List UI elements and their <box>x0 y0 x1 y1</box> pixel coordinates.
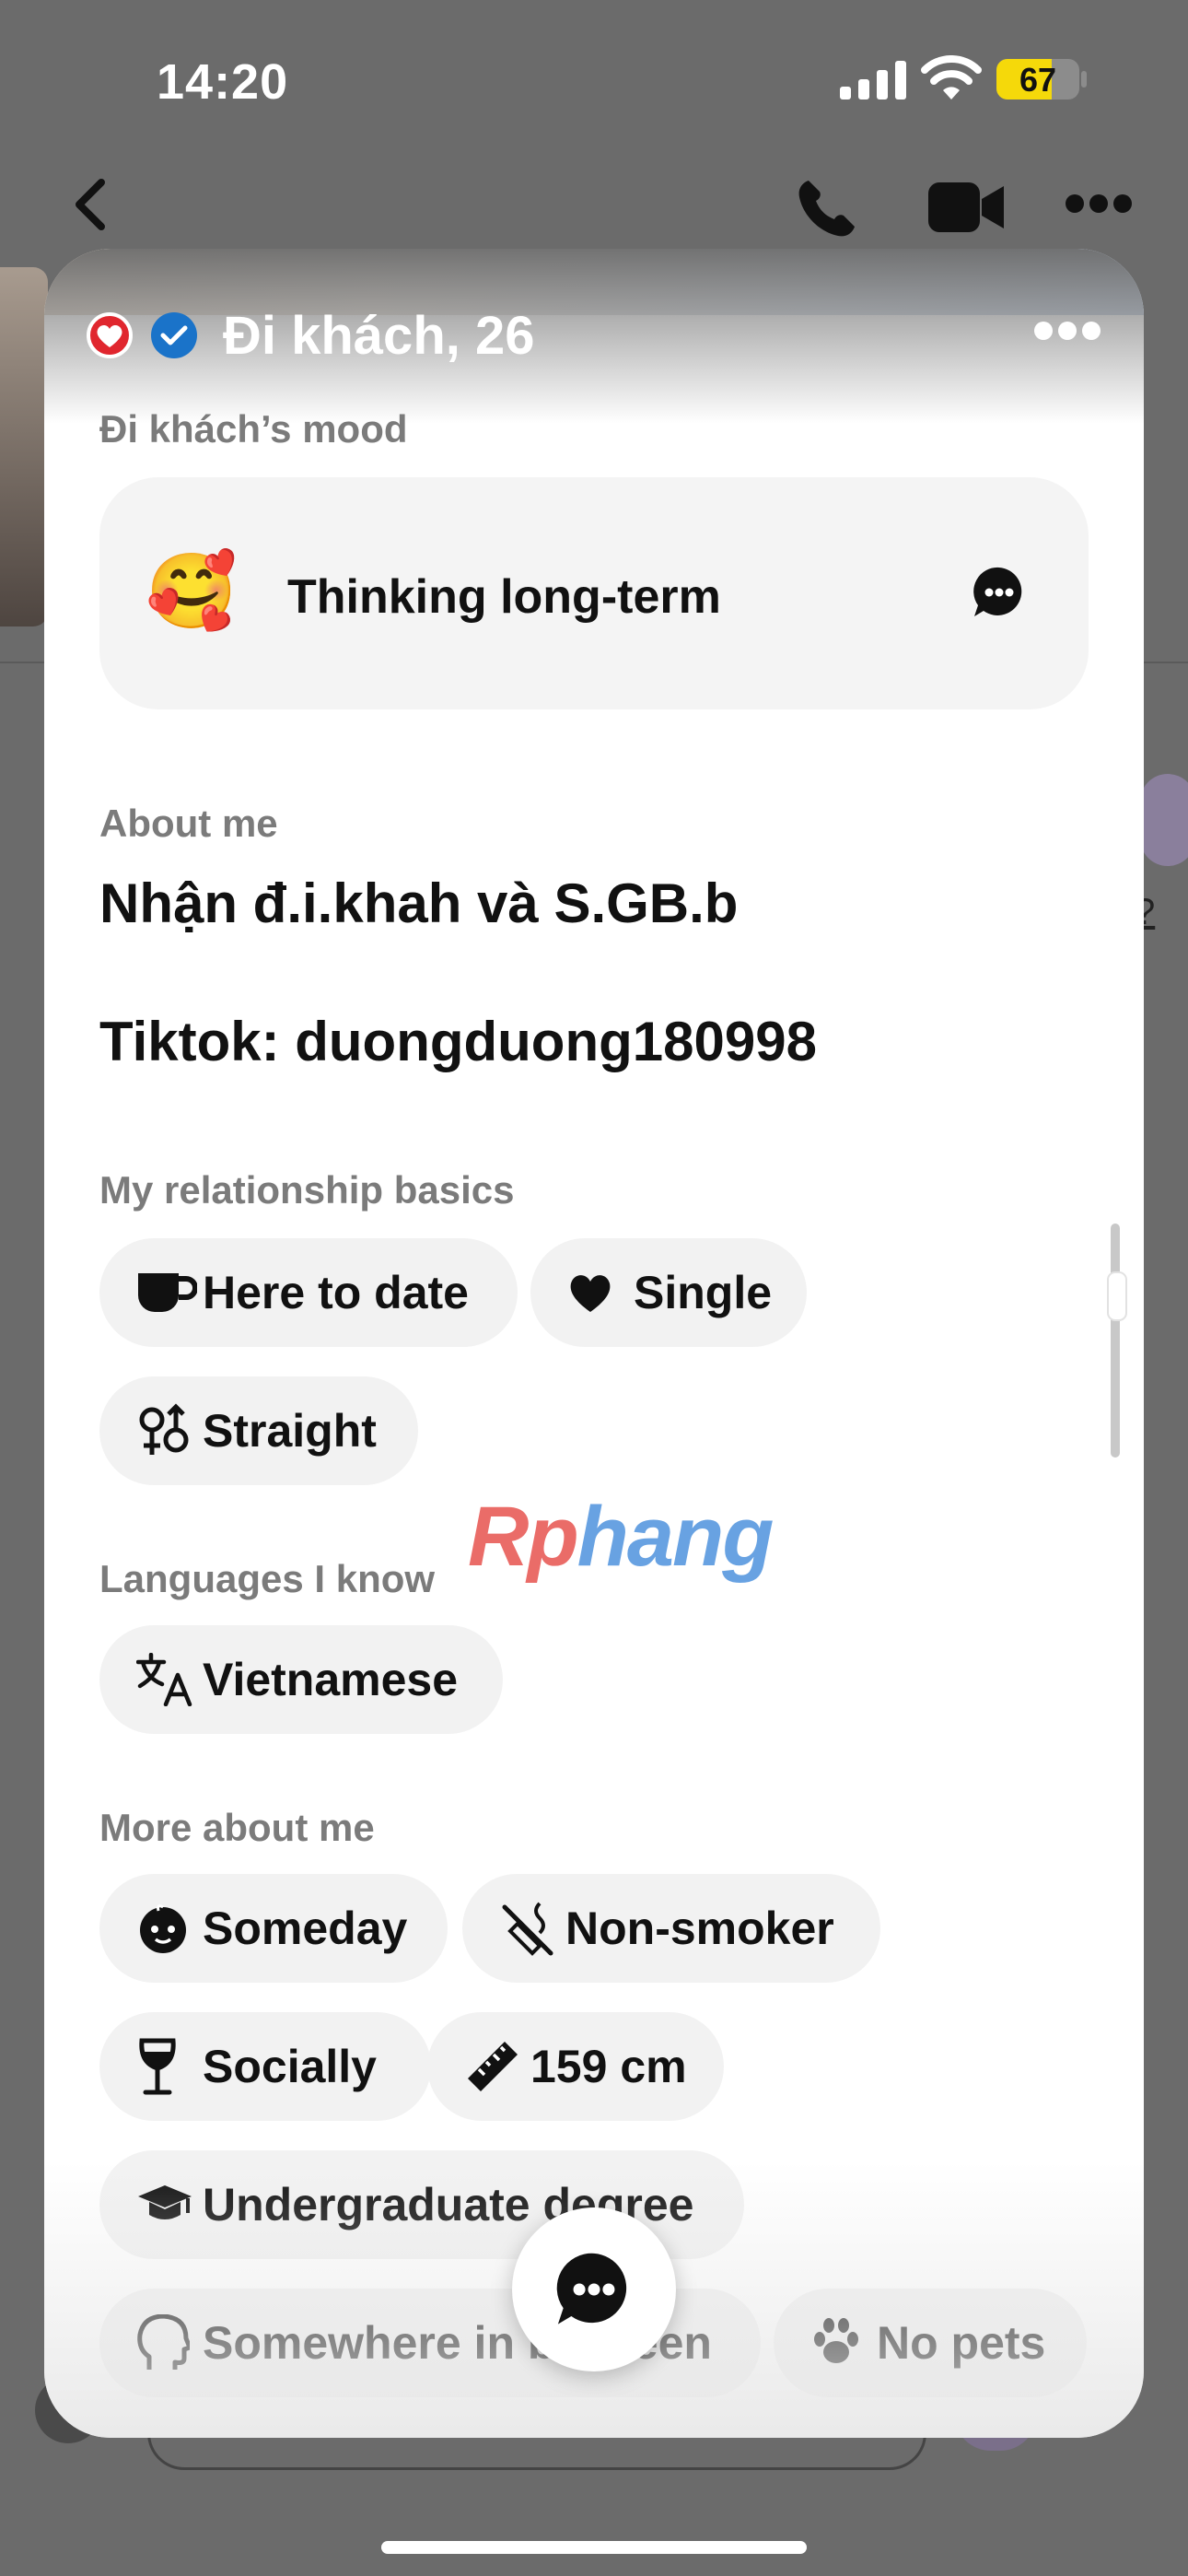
chat-bubble-icon <box>556 2253 627 2324</box>
wine-glass-icon <box>136 2038 197 2095</box>
signal-icon <box>840 61 906 100</box>
scrollbar-track[interactable] <box>1111 1224 1120 1458</box>
phone-icon[interactable] <box>794 175 860 241</box>
chat-background-photo <box>0 267 48 626</box>
wifi-icon <box>921 55 982 100</box>
profile-more-icon[interactable] <box>1033 321 1101 341</box>
chip-label: Single <box>634 1267 773 1318</box>
coffee-cup-icon <box>136 1265 197 1320</box>
more-about-label: More about me <box>99 1806 375 1849</box>
about-label: About me <box>99 802 278 845</box>
chip-label: Socially <box>203 2041 377 2092</box>
translate-icon <box>136 1652 197 1707</box>
chip-single: Single <box>530 1238 807 1347</box>
chat-background-bubble <box>1140 774 1188 866</box>
paw-print-icon <box>810 2315 871 2371</box>
smiling-hearts-emoji-icon: 🥰 <box>146 550 238 632</box>
chip-someday: Someday <box>99 1874 448 1983</box>
chip-label: Straight <box>203 1405 377 1457</box>
chip-label: Here to date <box>203 1267 469 1318</box>
more-options-icon[interactable] <box>1065 193 1133 214</box>
no-smoking-icon <box>499 1901 560 1956</box>
gender-symbols-icon <box>136 1403 197 1458</box>
mood-text: Thinking long-term <box>287 570 721 624</box>
home-indicator[interactable] <box>381 2541 807 2554</box>
chip-straight: Straight <box>99 1376 418 1485</box>
scrollbar-thumb[interactable] <box>1107 1271 1127 1321</box>
mood-card[interactable]: 🥰 Thinking long-term <box>99 477 1089 709</box>
battery-percent: 67 <box>1019 61 1057 99</box>
mood-label: Đi khách’s mood <box>99 407 408 451</box>
languages-label: Languages I know <box>99 1557 436 1600</box>
chip-label: 159 cm <box>530 2041 687 2092</box>
status-bar: 14:20 67 <box>0 0 1188 157</box>
relationship-label: My relationship basics <box>99 1168 515 1212</box>
thinking-head-icon <box>136 2314 197 2371</box>
chat-bubble-icon[interactable] <box>973 566 1026 619</box>
about-line: Nhận đ.i.khah và S.GB.b <box>99 872 739 934</box>
chip-vietnamese: Vietnamese <box>99 1625 503 1734</box>
watermark-logo: Rphang <box>468 1490 774 1584</box>
message-button[interactable] <box>512 2207 676 2371</box>
chip-socially: Socially <box>99 2012 431 2121</box>
chip-label: Non-smoker <box>565 1903 834 1954</box>
battery-tip <box>1081 71 1087 88</box>
profile-sheet: Đi khách, 26 Đi khách’s mood 🥰 Thinking … <box>44 249 1144 2438</box>
chip-label: Vietnamese <box>203 1654 459 1705</box>
graduation-cap-icon <box>136 2177 197 2232</box>
chip-here-to-date: Here to date <box>99 1238 518 1347</box>
profile-header: Đi khách, 26 <box>44 249 1144 424</box>
heart-badge-icon <box>87 312 133 358</box>
baby-face-icon <box>136 1901 197 1956</box>
status-time: 14:20 <box>157 54 289 110</box>
chip-label: No pets <box>877 2317 1046 2369</box>
verified-check-icon <box>151 312 197 358</box>
heart-icon <box>567 1265 628 1320</box>
about-line: Tiktok: duongduong180998 <box>99 1011 817 1072</box>
ruler-icon <box>464 2039 525 2094</box>
profile-name: Đi khách, 26 <box>223 305 535 366</box>
chip-no-pets: No pets <box>774 2289 1087 2397</box>
battery-indicator: 67 <box>996 59 1079 100</box>
chip-height: 159 cm <box>427 2012 724 2121</box>
video-camera-icon[interactable] <box>928 182 1004 232</box>
chevron-left-icon[interactable] <box>64 177 120 232</box>
chip-label: Someday <box>203 1903 408 1954</box>
chip-non-smoker: Non-smoker <box>462 1874 880 1983</box>
